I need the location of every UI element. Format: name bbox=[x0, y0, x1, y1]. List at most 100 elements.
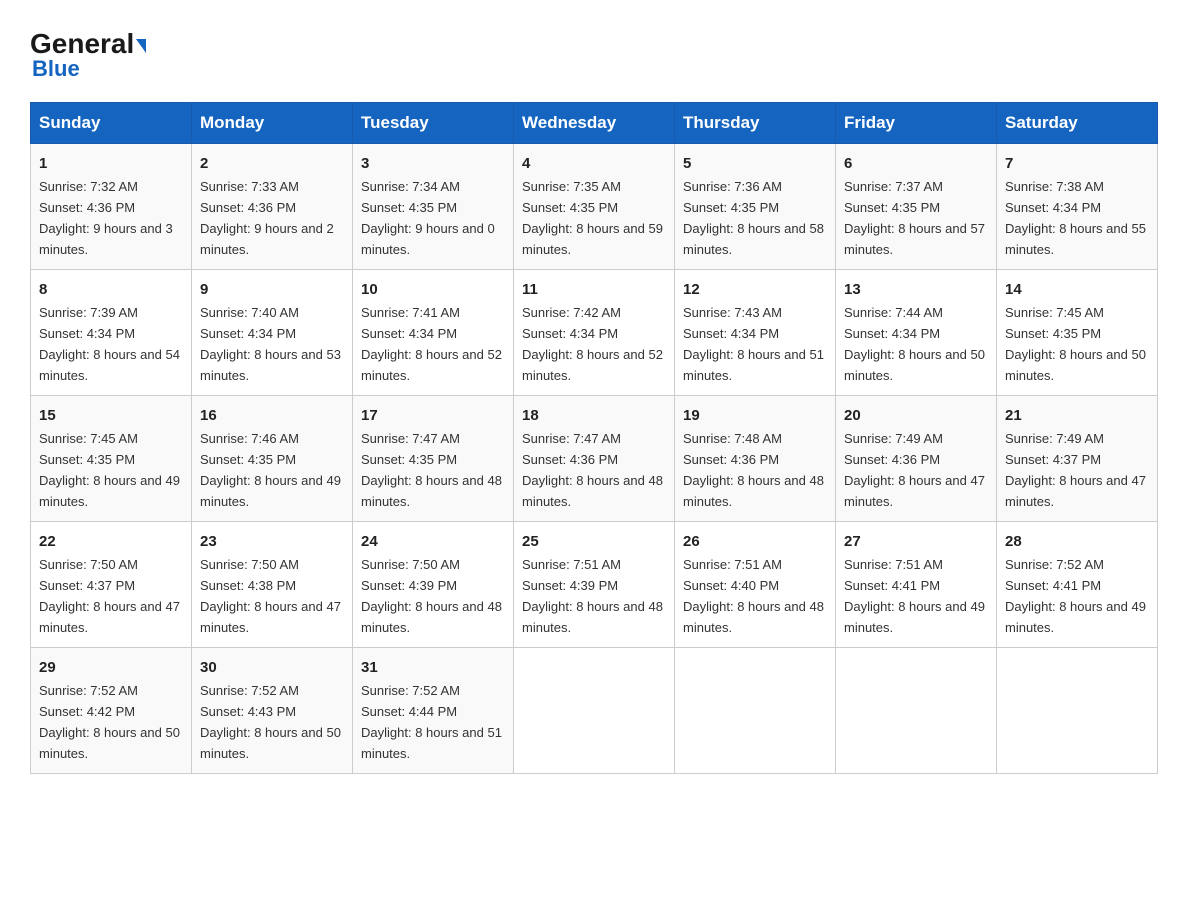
day-info: Sunrise: 7:52 AMSunset: 4:43 PMDaylight:… bbox=[200, 683, 341, 761]
calendar-cell: 14 Sunrise: 7:45 AMSunset: 4:35 PMDaylig… bbox=[997, 269, 1158, 395]
day-number: 27 bbox=[844, 530, 988, 553]
day-info: Sunrise: 7:44 AMSunset: 4:34 PMDaylight:… bbox=[844, 305, 985, 383]
calendar-cell: 11 Sunrise: 7:42 AMSunset: 4:34 PMDaylig… bbox=[514, 269, 675, 395]
day-info: Sunrise: 7:41 AMSunset: 4:34 PMDaylight:… bbox=[361, 305, 502, 383]
day-number: 31 bbox=[361, 656, 505, 679]
day-info: Sunrise: 7:52 AMSunset: 4:44 PMDaylight:… bbox=[361, 683, 502, 761]
calendar-cell bbox=[997, 647, 1158, 773]
calendar-cell: 2 Sunrise: 7:33 AMSunset: 4:36 PMDayligh… bbox=[192, 144, 353, 270]
day-info: Sunrise: 7:39 AMSunset: 4:34 PMDaylight:… bbox=[39, 305, 180, 383]
calendar-cell: 20 Sunrise: 7:49 AMSunset: 4:36 PMDaylig… bbox=[836, 395, 997, 521]
day-info: Sunrise: 7:33 AMSunset: 4:36 PMDaylight:… bbox=[200, 179, 334, 257]
week-row-5: 29 Sunrise: 7:52 AMSunset: 4:42 PMDaylig… bbox=[31, 647, 1158, 773]
day-number: 7 bbox=[1005, 152, 1149, 175]
day-info: Sunrise: 7:48 AMSunset: 4:36 PMDaylight:… bbox=[683, 431, 824, 509]
day-info: Sunrise: 7:52 AMSunset: 4:41 PMDaylight:… bbox=[1005, 557, 1146, 635]
logo-general: General bbox=[30, 28, 134, 59]
calendar-cell: 31 Sunrise: 7:52 AMSunset: 4:44 PMDaylig… bbox=[353, 647, 514, 773]
calendar-cell: 3 Sunrise: 7:34 AMSunset: 4:35 PMDayligh… bbox=[353, 144, 514, 270]
calendar-cell: 27 Sunrise: 7:51 AMSunset: 4:41 PMDaylig… bbox=[836, 521, 997, 647]
calendar-cell: 19 Sunrise: 7:48 AMSunset: 4:36 PMDaylig… bbox=[675, 395, 836, 521]
calendar-cell: 13 Sunrise: 7:44 AMSunset: 4:34 PMDaylig… bbox=[836, 269, 997, 395]
calendar-cell: 21 Sunrise: 7:49 AMSunset: 4:37 PMDaylig… bbox=[997, 395, 1158, 521]
calendar-cell: 5 Sunrise: 7:36 AMSunset: 4:35 PMDayligh… bbox=[675, 144, 836, 270]
calendar-cell: 18 Sunrise: 7:47 AMSunset: 4:36 PMDaylig… bbox=[514, 395, 675, 521]
day-info: Sunrise: 7:45 AMSunset: 4:35 PMDaylight:… bbox=[39, 431, 180, 509]
day-number: 16 bbox=[200, 404, 344, 427]
day-info: Sunrise: 7:43 AMSunset: 4:34 PMDaylight:… bbox=[683, 305, 824, 383]
calendar-cell: 22 Sunrise: 7:50 AMSunset: 4:37 PMDaylig… bbox=[31, 521, 192, 647]
day-number: 3 bbox=[361, 152, 505, 175]
day-info: Sunrise: 7:49 AMSunset: 4:36 PMDaylight:… bbox=[844, 431, 985, 509]
day-info: Sunrise: 7:42 AMSunset: 4:34 PMDaylight:… bbox=[522, 305, 663, 383]
day-number: 30 bbox=[200, 656, 344, 679]
day-info: Sunrise: 7:50 AMSunset: 4:39 PMDaylight:… bbox=[361, 557, 502, 635]
calendar-cell bbox=[675, 647, 836, 773]
day-number: 26 bbox=[683, 530, 827, 553]
weekday-header-friday: Friday bbox=[836, 103, 997, 144]
calendar-cell: 7 Sunrise: 7:38 AMSunset: 4:34 PMDayligh… bbox=[997, 144, 1158, 270]
day-info: Sunrise: 7:46 AMSunset: 4:35 PMDaylight:… bbox=[200, 431, 341, 509]
day-number: 12 bbox=[683, 278, 827, 301]
calendar-table: SundayMondayTuesdayWednesdayThursdayFrid… bbox=[30, 102, 1158, 774]
day-number: 25 bbox=[522, 530, 666, 553]
day-number: 18 bbox=[522, 404, 666, 427]
calendar-cell: 4 Sunrise: 7:35 AMSunset: 4:35 PMDayligh… bbox=[514, 144, 675, 270]
logo-blue: Blue bbox=[30, 56, 80, 82]
day-info: Sunrise: 7:50 AMSunset: 4:38 PMDaylight:… bbox=[200, 557, 341, 635]
week-row-2: 8 Sunrise: 7:39 AMSunset: 4:34 PMDayligh… bbox=[31, 269, 1158, 395]
day-number: 20 bbox=[844, 404, 988, 427]
logo-triangle-icon bbox=[136, 39, 146, 53]
calendar-cell: 24 Sunrise: 7:50 AMSunset: 4:39 PMDaylig… bbox=[353, 521, 514, 647]
day-info: Sunrise: 7:37 AMSunset: 4:35 PMDaylight:… bbox=[844, 179, 985, 257]
day-number: 14 bbox=[1005, 278, 1149, 301]
day-number: 11 bbox=[522, 278, 666, 301]
day-info: Sunrise: 7:38 AMSunset: 4:34 PMDaylight:… bbox=[1005, 179, 1146, 257]
day-number: 22 bbox=[39, 530, 183, 553]
calendar-cell: 15 Sunrise: 7:45 AMSunset: 4:35 PMDaylig… bbox=[31, 395, 192, 521]
weekday-header-thursday: Thursday bbox=[675, 103, 836, 144]
day-number: 6 bbox=[844, 152, 988, 175]
day-info: Sunrise: 7:51 AMSunset: 4:41 PMDaylight:… bbox=[844, 557, 985, 635]
calendar-cell: 8 Sunrise: 7:39 AMSunset: 4:34 PMDayligh… bbox=[31, 269, 192, 395]
weekday-header-sunday: Sunday bbox=[31, 103, 192, 144]
day-number: 23 bbox=[200, 530, 344, 553]
week-row-1: 1 Sunrise: 7:32 AMSunset: 4:36 PMDayligh… bbox=[31, 144, 1158, 270]
calendar-cell: 23 Sunrise: 7:50 AMSunset: 4:38 PMDaylig… bbox=[192, 521, 353, 647]
day-info: Sunrise: 7:34 AMSunset: 4:35 PMDaylight:… bbox=[361, 179, 495, 257]
day-number: 2 bbox=[200, 152, 344, 175]
calendar-cell: 17 Sunrise: 7:47 AMSunset: 4:35 PMDaylig… bbox=[353, 395, 514, 521]
day-number: 9 bbox=[200, 278, 344, 301]
day-number: 28 bbox=[1005, 530, 1149, 553]
weekday-header-row: SundayMondayTuesdayWednesdayThursdayFrid… bbox=[31, 103, 1158, 144]
day-number: 8 bbox=[39, 278, 183, 301]
day-info: Sunrise: 7:51 AMSunset: 4:40 PMDaylight:… bbox=[683, 557, 824, 635]
day-number: 29 bbox=[39, 656, 183, 679]
calendar-cell: 12 Sunrise: 7:43 AMSunset: 4:34 PMDaylig… bbox=[675, 269, 836, 395]
day-info: Sunrise: 7:45 AMSunset: 4:35 PMDaylight:… bbox=[1005, 305, 1146, 383]
day-number: 10 bbox=[361, 278, 505, 301]
weekday-header-tuesday: Tuesday bbox=[353, 103, 514, 144]
calendar-cell: 1 Sunrise: 7:32 AMSunset: 4:36 PMDayligh… bbox=[31, 144, 192, 270]
day-info: Sunrise: 7:49 AMSunset: 4:37 PMDaylight:… bbox=[1005, 431, 1146, 509]
day-info: Sunrise: 7:35 AMSunset: 4:35 PMDaylight:… bbox=[522, 179, 663, 257]
week-row-4: 22 Sunrise: 7:50 AMSunset: 4:37 PMDaylig… bbox=[31, 521, 1158, 647]
calendar-cell: 30 Sunrise: 7:52 AMSunset: 4:43 PMDaylig… bbox=[192, 647, 353, 773]
calendar-cell: 9 Sunrise: 7:40 AMSunset: 4:34 PMDayligh… bbox=[192, 269, 353, 395]
calendar-cell: 29 Sunrise: 7:52 AMSunset: 4:42 PMDaylig… bbox=[31, 647, 192, 773]
day-info: Sunrise: 7:40 AMSunset: 4:34 PMDaylight:… bbox=[200, 305, 341, 383]
day-info: Sunrise: 7:47 AMSunset: 4:36 PMDaylight:… bbox=[522, 431, 663, 509]
day-info: Sunrise: 7:47 AMSunset: 4:35 PMDaylight:… bbox=[361, 431, 502, 509]
day-info: Sunrise: 7:32 AMSunset: 4:36 PMDaylight:… bbox=[39, 179, 173, 257]
day-number: 15 bbox=[39, 404, 183, 427]
week-row-3: 15 Sunrise: 7:45 AMSunset: 4:35 PMDaylig… bbox=[31, 395, 1158, 521]
logo-text: General bbox=[30, 30, 146, 58]
day-number: 19 bbox=[683, 404, 827, 427]
day-number: 5 bbox=[683, 152, 827, 175]
calendar-cell: 28 Sunrise: 7:52 AMSunset: 4:41 PMDaylig… bbox=[997, 521, 1158, 647]
calendar-cell: 25 Sunrise: 7:51 AMSunset: 4:39 PMDaylig… bbox=[514, 521, 675, 647]
day-number: 1 bbox=[39, 152, 183, 175]
page-header: General Blue bbox=[30, 30, 1158, 82]
day-info: Sunrise: 7:51 AMSunset: 4:39 PMDaylight:… bbox=[522, 557, 663, 635]
weekday-header-wednesday: Wednesday bbox=[514, 103, 675, 144]
